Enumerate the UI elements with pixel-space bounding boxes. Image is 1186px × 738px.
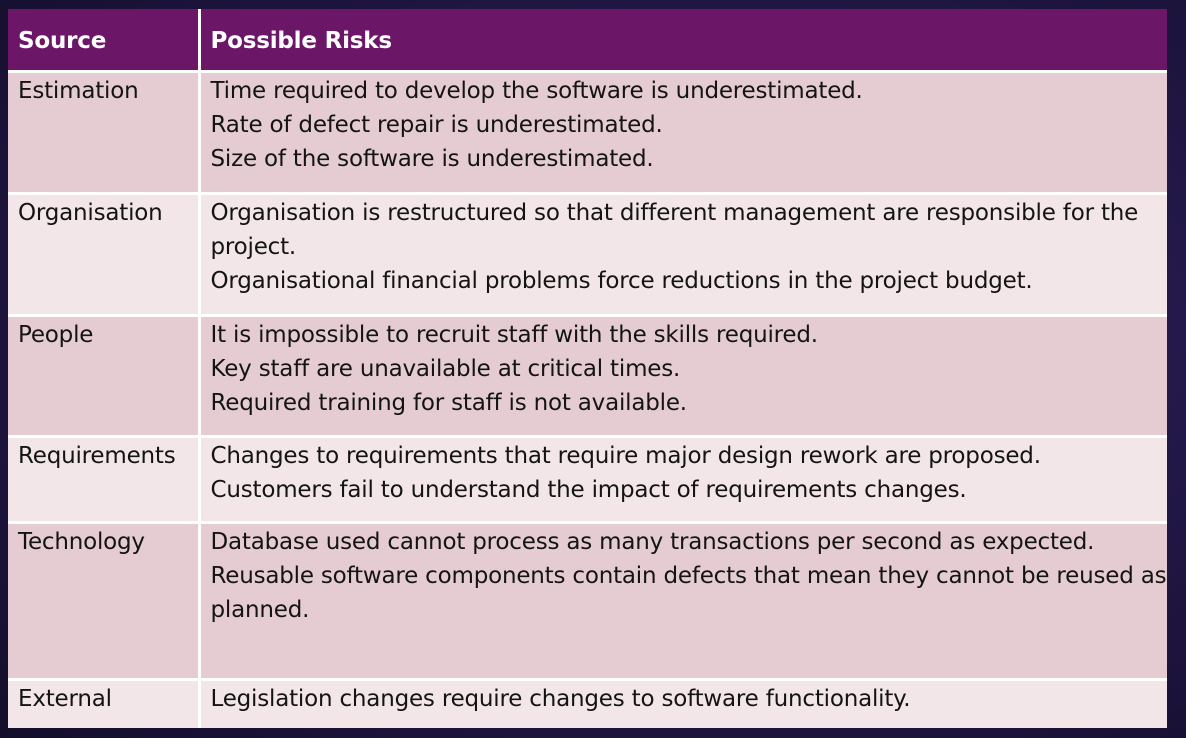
- row-source-organisation: Organisation: [8, 192, 199, 316]
- header-possible-risks: Possible Risks: [197, 9, 1167, 72]
- table-row: Technology Database used cannot process …: [8, 521, 1167, 680]
- row-risks-estimation: Time required to develop the software is…: [197, 70, 1167, 194]
- row-risks-requirements: Changes to requirements that require maj…: [197, 435, 1167, 523]
- risk-item: Organisational financial problems force …: [210, 268, 1033, 294]
- row-source-technology: Technology: [8, 521, 199, 680]
- risk-item: Organisation is restructured so that dif…: [210, 200, 1139, 260]
- risk-item: Changes to requirements that require maj…: [210, 443, 1042, 469]
- table-row: People It is impossible to recruit staff…: [8, 314, 1167, 437]
- risk-table: Source Possible Risks Estimation Time re…: [8, 9, 1167, 728]
- risk-item: Time required to develop the software is…: [210, 78, 863, 104]
- row-source-requirements: Requirements: [8, 435, 199, 523]
- risk-item: Key staff are unavailable at critical ti…: [210, 356, 681, 382]
- table-header-row: Source Possible Risks: [8, 9, 1167, 72]
- risk-item: Reusable software components contain def…: [210, 563, 1167, 623]
- row-source-estimation: Estimation: [8, 70, 199, 194]
- table-row: Organisation Organisation is restructure…: [8, 192, 1167, 316]
- header-source: Source: [8, 9, 199, 72]
- risk-table-container: Source Possible Risks Estimation Time re…: [8, 9, 1167, 728]
- table-row: External Legislation changes require cha…: [8, 678, 1167, 728]
- row-source-people: People: [8, 314, 199, 437]
- row-risks-organisation: Organisation is restructured so that dif…: [197, 192, 1167, 316]
- row-risks-external: Legislation changes require changes to s…: [197, 678, 1167, 728]
- risk-item: Legislation changes require changes to s…: [210, 686, 911, 712]
- risk-item: Database used cannot process as many tra…: [210, 529, 1095, 555]
- table-row: Requirements Changes to requirements tha…: [8, 435, 1167, 523]
- row-source-external: External: [8, 678, 199, 728]
- risk-item: Size of the software is underestimated.: [210, 146, 654, 172]
- risk-item: Rate of defect repair is underestimated.: [210, 112, 663, 138]
- table-row: Estimation Time required to develop the …: [8, 70, 1167, 194]
- row-risks-people: It is impossible to recruit staff with t…: [197, 314, 1167, 437]
- risk-item: Customers fail to understand the impact …: [210, 477, 967, 503]
- row-risks-technology: Database used cannot process as many tra…: [197, 521, 1167, 680]
- risk-item: Required training for staff is not avail…: [210, 390, 688, 416]
- risk-item: It is impossible to recruit staff with t…: [210, 322, 819, 348]
